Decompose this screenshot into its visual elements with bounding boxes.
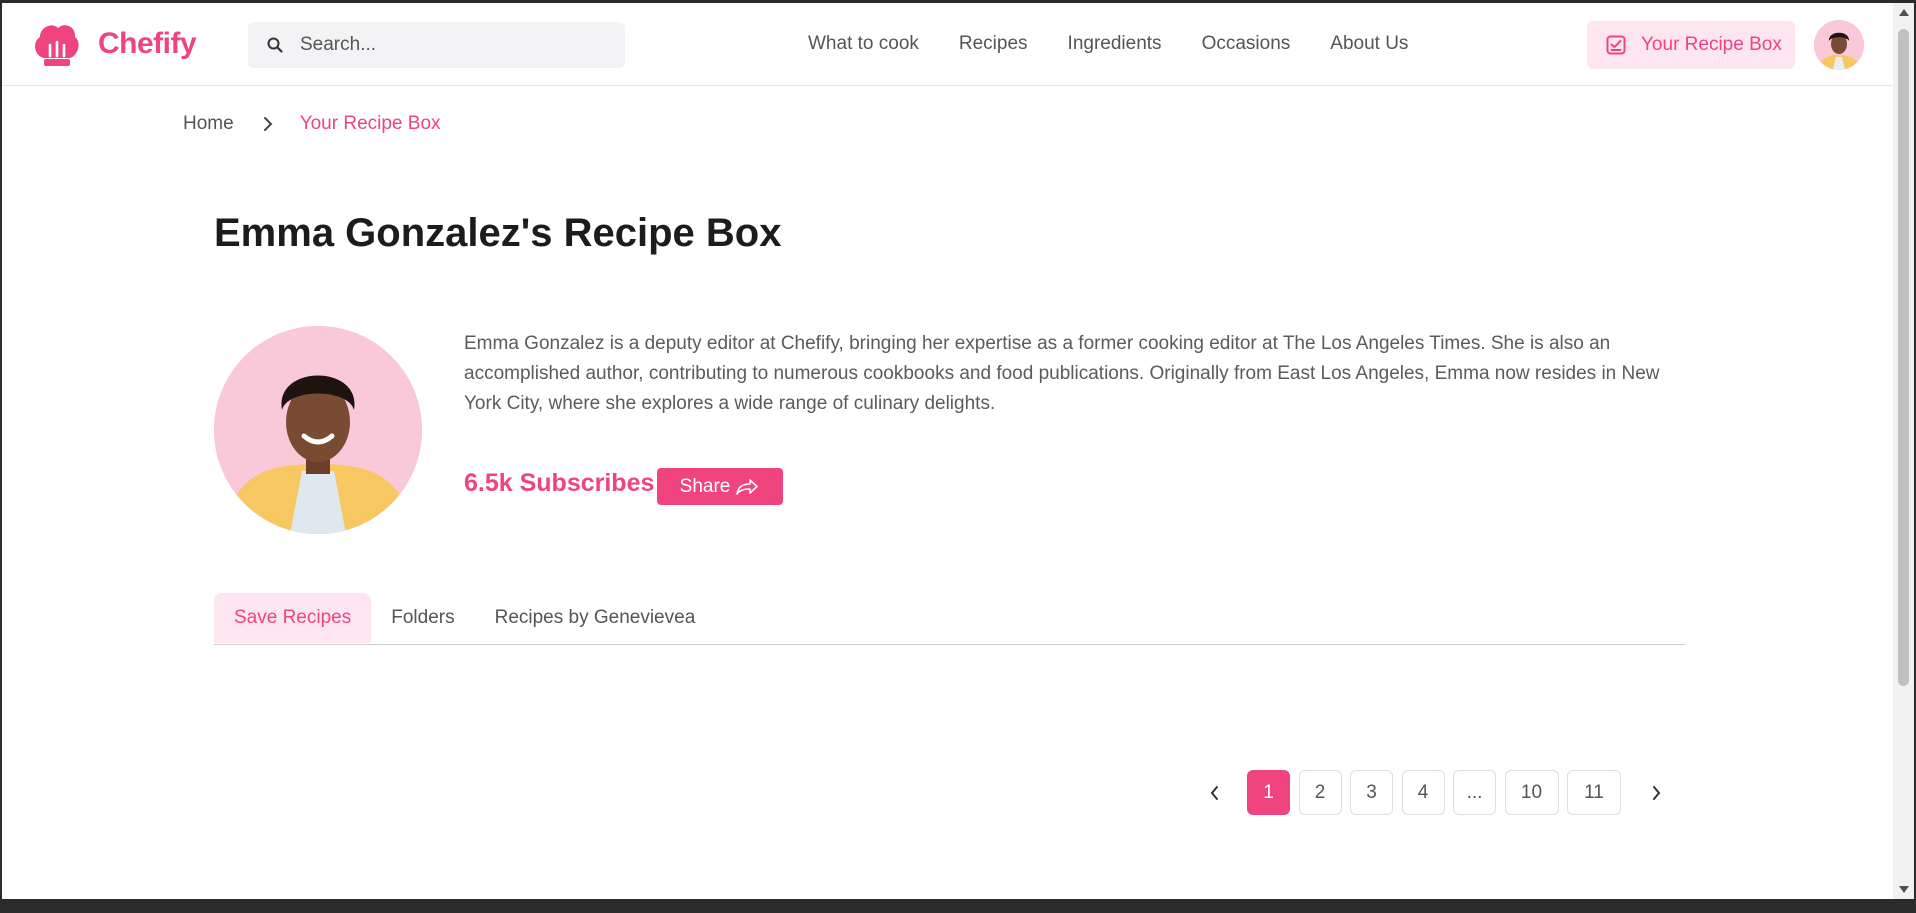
chevron-right-icon <box>263 117 273 131</box>
scroll-down-arrow-icon[interactable] <box>1899 886 1909 893</box>
share-label: Share <box>679 475 731 497</box>
brand-name: Chefify <box>98 27 197 60</box>
nav-recipes[interactable]: Recipes <box>959 33 1028 55</box>
subscriber-count: 6.5k Subscribes <box>464 469 655 497</box>
share-arrow-icon <box>736 478 759 495</box>
search-icon <box>267 37 283 53</box>
chevron-left-icon <box>1210 785 1218 800</box>
browser-window: Chefify What to cook Recipes Ingredients… <box>2 3 1893 899</box>
tab-save-recipes[interactable]: Save Recipes <box>214 593 372 643</box>
nav-what-to-cook[interactable]: What to cook <box>808 33 919 55</box>
user-avatar[interactable] <box>1814 20 1864 70</box>
next-page-button[interactable] <box>1636 771 1676 815</box>
scroll-up-arrow-icon[interactable] <box>1899 9 1909 16</box>
page-3-button[interactable]: 3 <box>1350 770 1393 815</box>
tab-folders[interactable]: Folders <box>371 593 474 643</box>
checklist-box-icon <box>1606 35 1626 55</box>
page-ellipsis: ... <box>1453 770 1496 815</box>
page-4-button[interactable]: 4 <box>1401 770 1445 815</box>
top-navbar: Chefify What to cook Recipes Ingredients… <box>2 3 1893 86</box>
page-10-button[interactable]: 10 <box>1504 770 1559 815</box>
chevron-right-icon <box>1652 785 1660 800</box>
nav-occasions[interactable]: Occasions <box>1202 33 1291 55</box>
profile-bio: Emma Gonzalez is a deputy editor at Chef… <box>464 333 1660 414</box>
nav-about-us[interactable]: About Us <box>1330 33 1408 55</box>
search-input[interactable] <box>300 34 600 56</box>
tab-recipes-by-genevievea[interactable]: Recipes by Genevievea <box>475 593 716 643</box>
page-title: Emma Gonzalez's Recipe Box <box>214 211 782 255</box>
page-1-button[interactable]: 1 <box>1247 770 1290 815</box>
scrollbar-thumb[interactable] <box>1898 29 1909 686</box>
breadcrumb-current[interactable]: Your Recipe Box <box>300 113 441 135</box>
chef-hat-icon <box>35 25 79 66</box>
breadcrumb-home[interactable]: Home <box>183 113 234 135</box>
prev-page-button[interactable] <box>1195 771 1235 815</box>
page-2-button[interactable]: 2 <box>1298 770 1342 815</box>
search-bar[interactable] <box>248 22 625 68</box>
profile-portrait-image <box>214 326 422 534</box>
your-recipe-box-button[interactable]: Your Recipe Box <box>1587 21 1795 69</box>
user-portrait-image <box>1814 20 1864 70</box>
profile-tabs: Save Recipes Folders Recipes by Geneviev… <box>214 593 1686 645</box>
breadcrumb: Home Your Recipe Box <box>183 113 441 135</box>
nav-ingredients[interactable]: Ingredients <box>1068 33 1162 55</box>
page-11-button[interactable]: 11 <box>1567 770 1621 815</box>
profile-avatar <box>214 326 422 534</box>
vertical-scrollbar[interactable] <box>1893 3 1914 899</box>
pagination: 1 2 3 4 ... 10 11 <box>1195 770 1676 815</box>
share-button[interactable]: Share <box>657 468 783 505</box>
main-nav: What to cook Recipes Ingredients Occasio… <box>808 33 1408 55</box>
logo[interactable]: Chefify <box>30 18 197 70</box>
your-recipe-box-label: Your Recipe Box <box>1641 34 1782 55</box>
